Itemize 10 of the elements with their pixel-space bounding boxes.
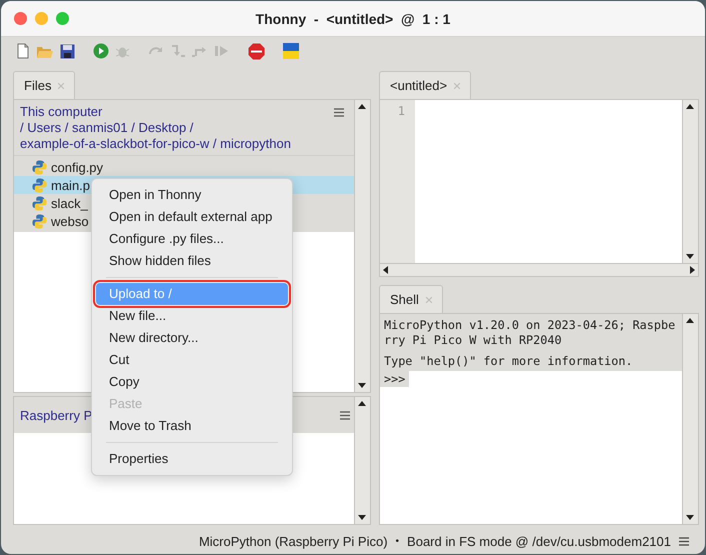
shell-output: MicroPython v1.20.0 on 2023-04-26; Raspberry Pi Pico W with RP2040 — [384, 318, 676, 348]
status-separator: • — [396, 536, 400, 546]
shell-prompt: >>> — [380, 371, 410, 387]
window-title: Thonny - <untitled> @ 1 : 1 — [256, 10, 450, 26]
shell-output: Type "help()" for more information. — [384, 354, 634, 369]
file-name: main.p — [51, 178, 90, 192]
file-name: config.py — [51, 160, 104, 174]
file-name: slack_ — [51, 196, 88, 210]
line-number: 1 — [398, 104, 405, 118]
file-name: webso — [51, 214, 89, 228]
